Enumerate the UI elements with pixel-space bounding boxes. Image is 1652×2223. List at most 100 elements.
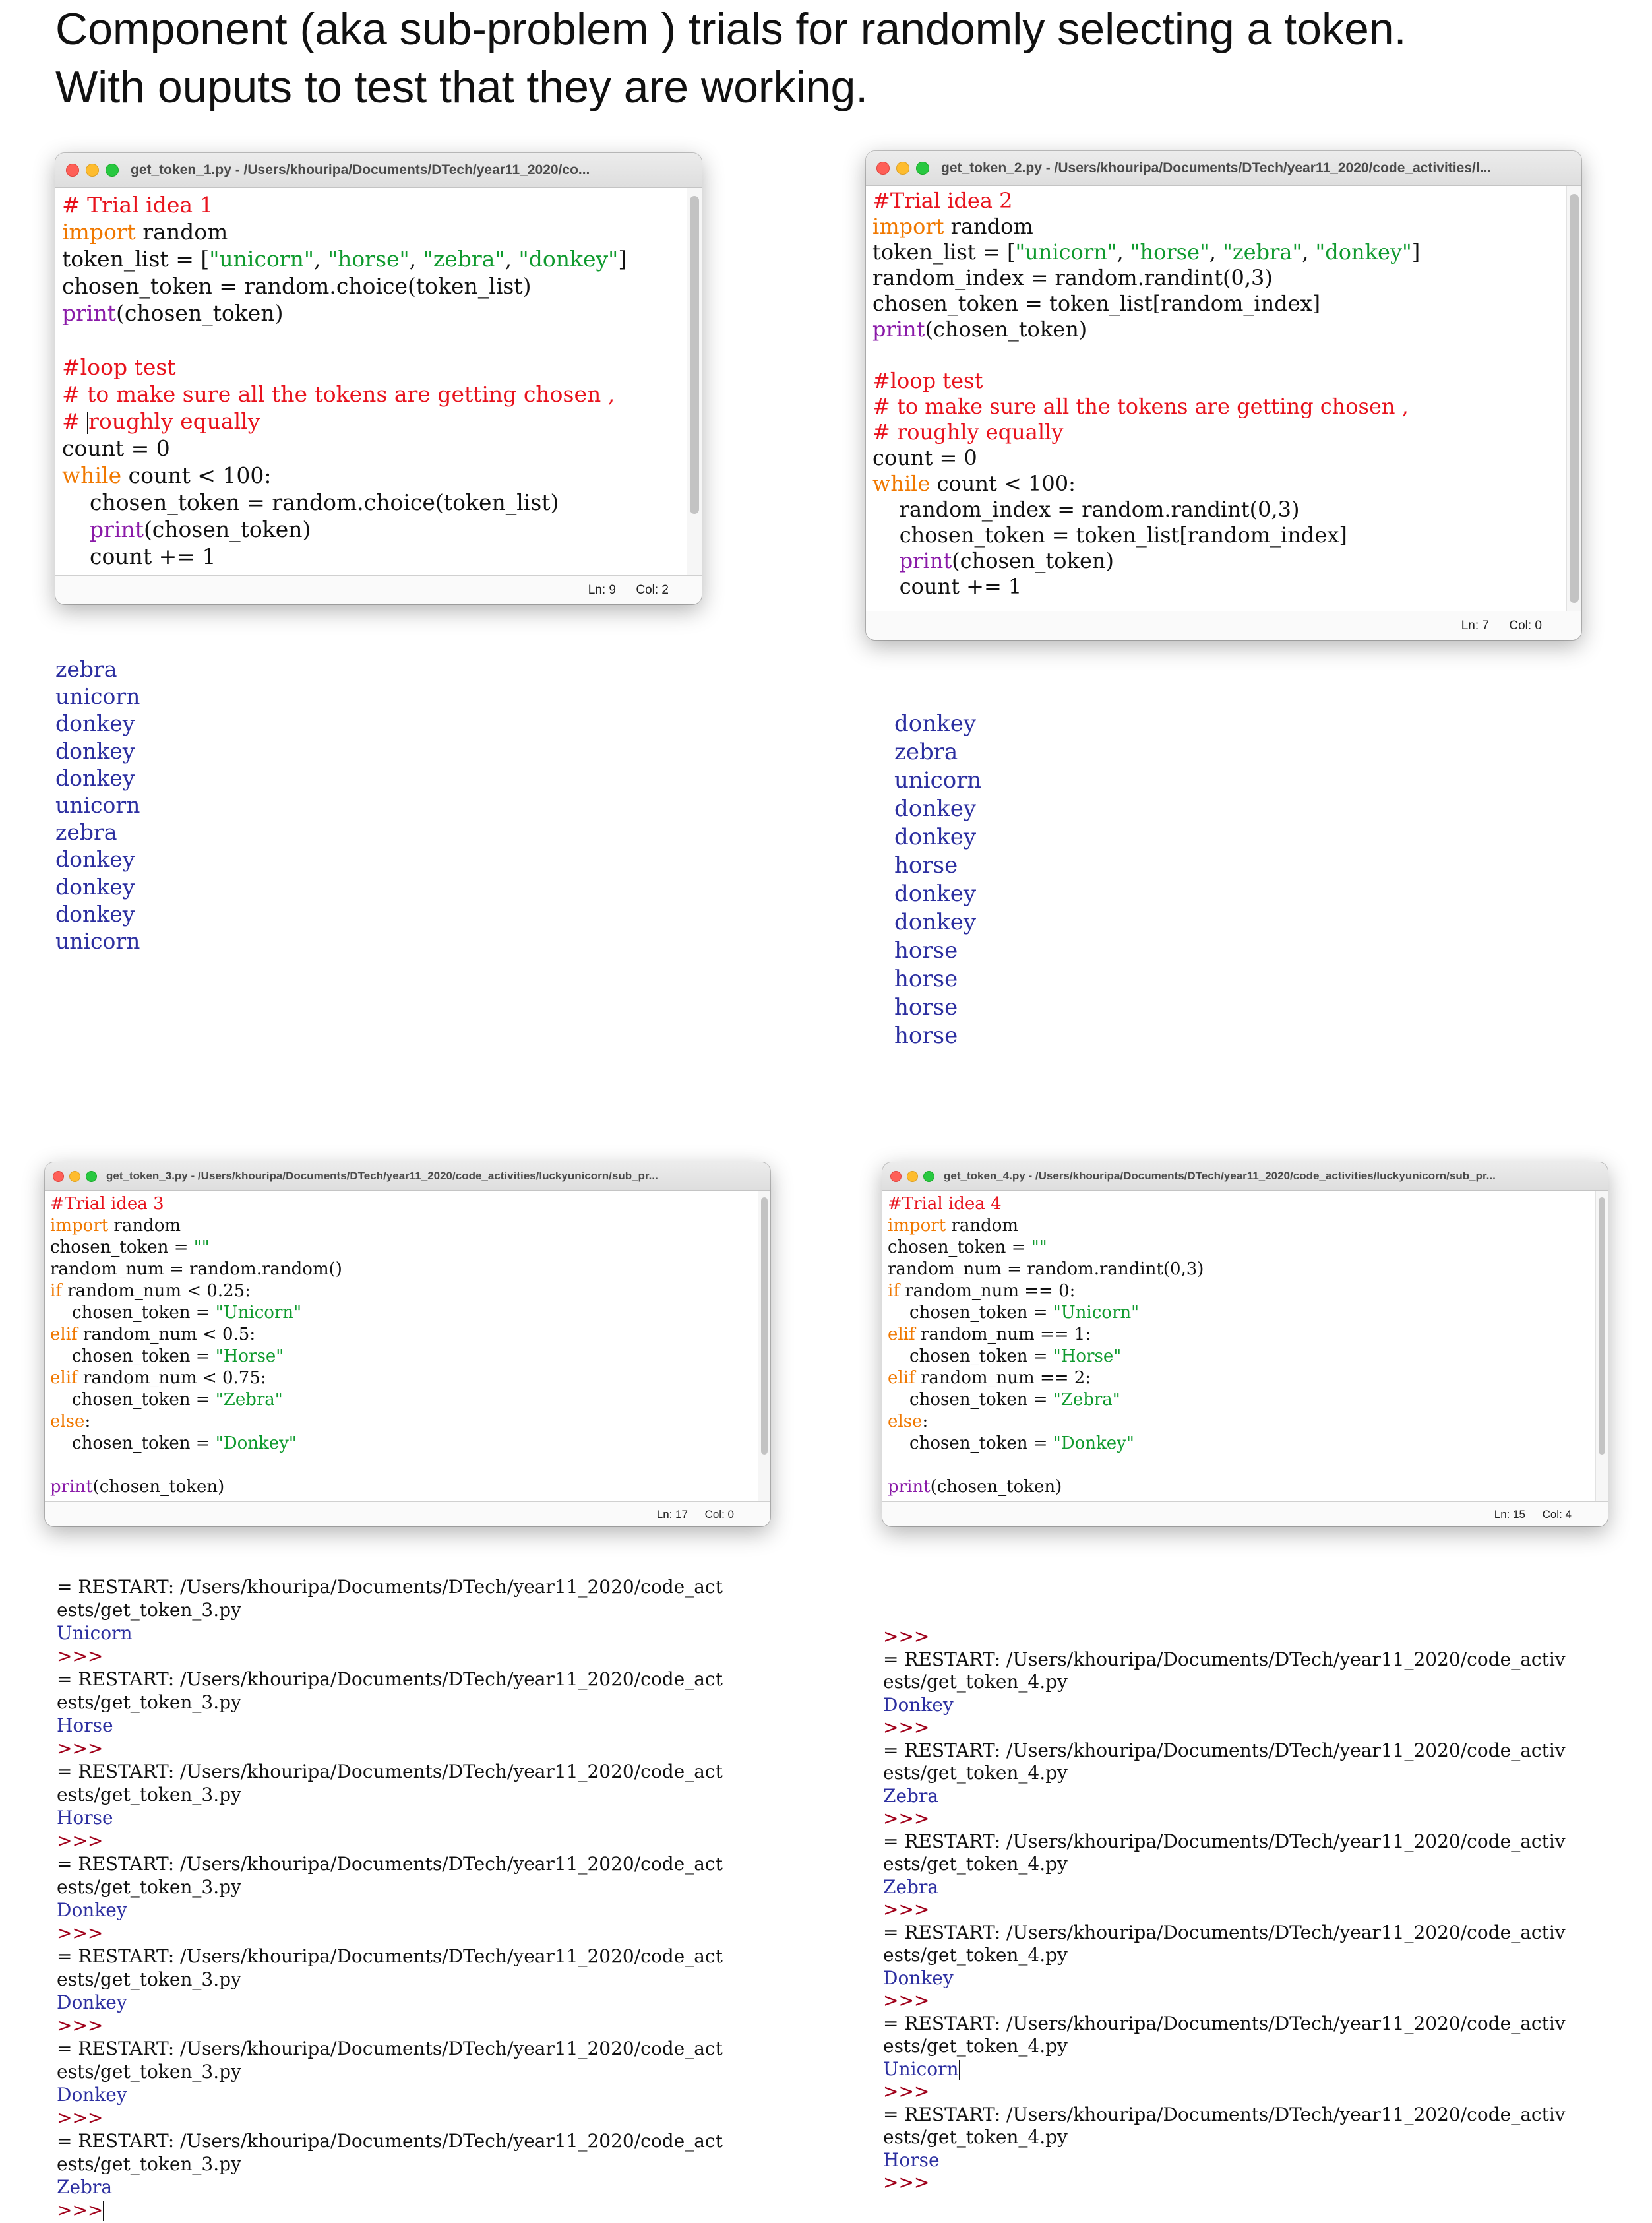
code-line: import random: [62, 218, 682, 245]
code-line: # roughly equally: [872, 420, 1562, 445]
output-line: >>>: [883, 1625, 1566, 1648]
code-editor[interactable]: #Trial idea 3 import random chosen_token =…: [50, 1193, 753, 1498]
output-token: donkey: [55, 710, 135, 737]
code-text: (chosen_token): [952, 548, 1114, 573]
editor-window-1[interactable]: get_token_1.py - /Users/khouripa/Documen…: [55, 153, 702, 604]
code-builtin: print: [899, 548, 952, 573]
output-token: donkey: [55, 900, 135, 927]
code-text: random_index = random.randint(0,3): [872, 265, 1273, 290]
output-line: unicorn: [894, 767, 981, 795]
editor-scrollbar[interactable]: [758, 1191, 770, 1501]
minimize-button[interactable]: [86, 164, 99, 177]
editor-scrollbar[interactable]: [1566, 186, 1581, 611]
code-editor[interactable]: #Trial idea 4 import random chosen_token =…: [888, 1193, 1591, 1498]
code-text: random_num == 2:: [915, 1368, 1091, 1388]
code-string: "Unicorn": [1053, 1303, 1140, 1323]
zoom-button[interactable]: [106, 164, 119, 177]
output-line: horse: [894, 937, 981, 965]
output-token: Zebra: [57, 2176, 113, 2198]
restart-message: ests/get_token_3.py: [57, 1968, 241, 1990]
output-token: Donkey: [57, 1899, 127, 1921]
code-line: # to make sure all the tokens are gettin…: [62, 381, 682, 408]
window-titlebar[interactable]: get_token_3.py - /Users/khouripa/Documen…: [45, 1162, 770, 1191]
output-line: >>>: [883, 1807, 1566, 1831]
close-button[interactable]: [890, 1170, 902, 1182]
code-line: print(chosen_token): [50, 1476, 753, 1498]
code-string: "horse": [1130, 239, 1209, 265]
code-text: chosen_token =: [888, 1346, 1053, 1366]
output-line: horse: [894, 993, 981, 1022]
page-heading: Component (aka sub-problem ) trials for …: [55, 0, 1625, 116]
code-comment: #Trial idea 3: [50, 1194, 164, 1214]
code-line: #Trial idea 2: [872, 188, 1562, 214]
output-token: zebra: [55, 819, 117, 846]
zoom-button[interactable]: [923, 1170, 934, 1182]
output-line: = RESTART: /Users/khouripa/Documents/DTe…: [57, 1575, 723, 1598]
shell-prompt: >>>: [57, 1738, 104, 1759]
code-keyword: else: [50, 1412, 85, 1431]
zoom-button[interactable]: [916, 162, 929, 175]
close-button[interactable]: [876, 162, 890, 175]
code-text: ,: [314, 246, 328, 272]
restart-message: ests/get_token_3.py: [57, 2061, 241, 2082]
output-line: >>>: [57, 1829, 723, 1852]
code-keyword: while: [872, 471, 931, 496]
zoom-button[interactable]: [86, 1170, 97, 1182]
output-token: donkey: [894, 710, 977, 737]
output-line: ests/get_token_4.py: [883, 1853, 1566, 1876]
scrollbar-thumb[interactable]: [761, 1197, 768, 1455]
code-string: "Horse": [1053, 1346, 1122, 1366]
editor-scrollbar[interactable]: [1595, 1191, 1608, 1501]
window-titlebar[interactable]: get_token_1.py - /Users/khouripa/Documen…: [55, 153, 702, 188]
output-token: Horse: [883, 2148, 940, 2171]
code-line: random_index = random.randint(0,3): [872, 265, 1562, 291]
close-button[interactable]: [66, 164, 79, 177]
output-line: >>>: [57, 2106, 723, 2129]
code-editor[interactable]: #Trial idea 2 import random token_list = […: [872, 188, 1562, 600]
code-editor[interactable]: # Trial idea 1 import random token_list = …: [62, 191, 682, 570]
output-line: ests/get_token_3.py: [57, 1598, 723, 1621]
editor-window-3[interactable]: get_token_3.py - /Users/khouripa/Documen…: [45, 1162, 770, 1526]
minimize-button[interactable]: [896, 162, 909, 175]
editor-scrollbar[interactable]: [687, 188, 702, 575]
minimize-button[interactable]: [907, 1170, 918, 1182]
scrollbar-thumb[interactable]: [1570, 194, 1579, 603]
code-builtin: print: [89, 517, 144, 542]
window-titlebar[interactable]: get_token_2.py - /Users/khouripa/Documen…: [866, 151, 1581, 186]
restart-message: ests/get_token_4.py: [883, 1671, 1068, 1693]
editor-window-2[interactable]: get_token_2.py - /Users/khouripa/Documen…: [866, 151, 1581, 640]
status-column: Col: 0: [704, 1508, 734, 1520]
output-token: Donkey: [883, 1693, 954, 1716]
output-line: = RESTART: /Users/khouripa/Documents/DTe…: [57, 2129, 723, 2152]
window-titlebar[interactable]: get_token_4.py - /Users/khouripa/Documen…: [882, 1162, 1608, 1191]
output-line: = RESTART: /Users/khouripa/Documents/DTe…: [883, 1739, 1566, 1763]
code-text: (chosen_token): [930, 1477, 1062, 1497]
code-line: #Trial idea 3: [50, 1193, 753, 1215]
code-string: "Unicorn": [215, 1303, 302, 1323]
code-comment: # to make sure all the tokens are gettin…: [872, 394, 1409, 419]
code-line: #loop test: [62, 354, 682, 381]
output-line: >>>: [883, 1989, 1566, 2013]
code-line: count = 0: [872, 445, 1562, 471]
restart-message: ests/get_token_4.py: [883, 2126, 1068, 2148]
code-text: (chosen_token): [92, 1477, 225, 1497]
code-text: token_list = [: [872, 239, 1016, 265]
minimize-button[interactable]: [69, 1170, 80, 1182]
code-line: import random: [50, 1215, 753, 1237]
scrollbar-thumb[interactable]: [1599, 1197, 1605, 1455]
code-text: chosen_token =: [50, 1390, 216, 1410]
code-line: chosen_token = "Horse": [888, 1346, 1591, 1367]
editor-window-4[interactable]: get_token_4.py - /Users/khouripa/Documen…: [882, 1162, 1608, 1526]
code-line: else:: [888, 1411, 1591, 1433]
code-string: "Donkey": [215, 1433, 297, 1453]
code-line: chosen_token = token_list[random_index]: [872, 291, 1562, 317]
code-comment: #Trial idea 2: [872, 188, 1013, 213]
status-bar: Ln: 17 Col: 0: [45, 1501, 770, 1526]
scrollbar-thumb[interactable]: [690, 196, 699, 514]
output-line: donkey: [55, 846, 140, 873]
heading-line-2: With ouputs to test that they are workin…: [55, 62, 869, 112]
shell-prompt: >>>: [883, 1625, 930, 1647]
output-line: zebra: [55, 656, 140, 683]
close-button[interactable]: [53, 1170, 64, 1182]
